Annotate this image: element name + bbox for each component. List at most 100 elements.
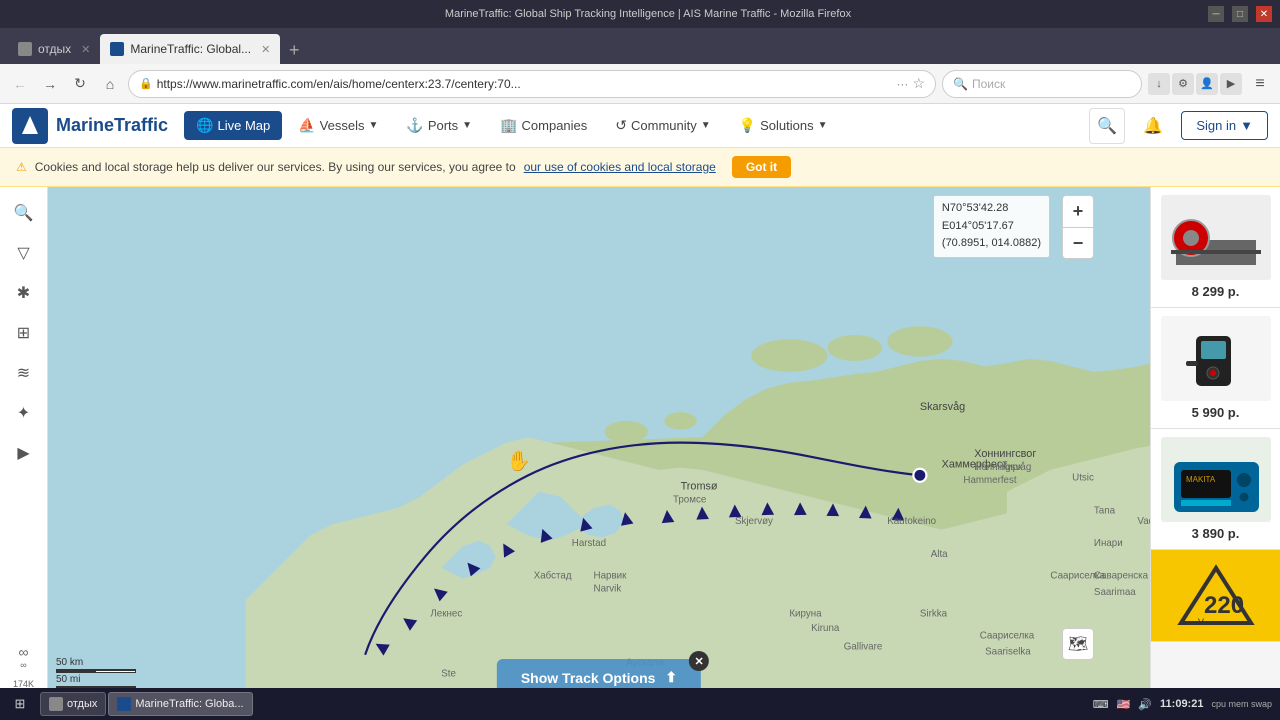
weather-button[interactable]: ✱ <box>6 275 42 311</box>
ad-svg-1 <box>1166 200 1266 275</box>
zoom-in-button[interactable]: + <box>1062 195 1094 227</box>
tab-отдых[interactable]: отдых ✕ <box>8 34 100 64</box>
tab-close-1[interactable]: ✕ <box>81 43 90 56</box>
track-button[interactable]: ✦ <box>6 395 42 431</box>
cookie-text: Cookies and local storage help us delive… <box>35 160 516 174</box>
map-container[interactable]: ✋ Skarsvåg Хаммерфест Hammerfest Хоннинг… <box>48 187 1150 720</box>
titlebar: MarineTraffic: Global Ship Tracking Inte… <box>0 0 1280 28</box>
system-time: 11:09:21 <box>1160 698 1203 710</box>
tab-favicon-2 <box>110 42 124 56</box>
minimize-button[interactable]: ─ <box>1208 6 1224 22</box>
solutions-button[interactable]: 💡 Solutions ▼ <box>727 111 840 140</box>
layers-button[interactable]: ⊞ <box>6 315 42 351</box>
ports-label: Ports <box>428 118 458 133</box>
track-options-icon: ⬆ <box>665 669 677 686</box>
ad-item-2[interactable]: 5 990 р. <box>1151 308 1280 429</box>
ad-price-3: 3 890 р. <box>1192 526 1240 541</box>
extension-buttons: ↓ ⚙ 👤 ▶ <box>1148 73 1242 95</box>
browser-menu-button[interactable]: ≡ <box>1248 72 1272 96</box>
solutions-label: Solutions <box>760 118 813 133</box>
taskbar-app-marinetraffic[interactable]: MarineTraffic: Globa... <box>108 692 252 716</box>
tab-label-2: MarineTraffic: Global... <box>130 42 251 56</box>
ad-svg-3: MAKITA <box>1166 442 1266 517</box>
search-bar[interactable]: 🔍 Поиск <box>942 70 1142 98</box>
got-it-button[interactable]: Got it <box>732 156 791 178</box>
coord-decimal: (70.8951, 014.0882) <box>942 235 1041 253</box>
live-map-label: Live Map <box>217 118 270 133</box>
ad-item-1[interactable]: 8 299 р. <box>1151 187 1280 308</box>
app: MarineTraffic 🌐 Live Map ⛵ Vessels ▼ ⚓ P… <box>0 104 1280 720</box>
urlbar-more[interactable]: ··· <box>896 77 908 91</box>
search-icon: 🔍 <box>953 77 968 91</box>
cookie-link[interactable]: our use of cookies and local storage <box>524 160 716 174</box>
taskbar-app-label-1: отдых <box>67 698 97 710</box>
companies-button[interactable]: 🏢 Companies <box>488 111 599 140</box>
bell-icon: 🔔 <box>1143 116 1163 136</box>
new-tab-button[interactable]: + <box>280 36 308 64</box>
taskbar-app-отдых[interactable]: отдых <box>40 692 106 716</box>
ad-price-1: 8 299 р. <box>1192 284 1240 299</box>
svg-text:Skjervøy: Skjervøy <box>735 516 773 527</box>
home-button[interactable]: ⌂ <box>98 72 122 96</box>
companies-label: Companies <box>522 118 588 133</box>
map-type-button[interactable]: 🗺 <box>1062 628 1094 660</box>
track-options-label: Show Track Options <box>521 670 656 686</box>
vessels-button[interactable]: ⛵ Vessels ▼ <box>286 111 390 140</box>
svg-text:V: V <box>1198 617 1204 627</box>
scale-bar-visual <box>56 669 136 673</box>
taskbar: ⊞ отдых MarineTraffic: Globa... ⌨ 🇺🇸 🔊 1… <box>0 688 1280 720</box>
ad-item-4[interactable]: 220 V <box>1151 550 1280 642</box>
svg-text:Ste: Ste <box>441 668 456 679</box>
back-button[interactable]: ← <box>8 72 32 96</box>
map-sidebar: 🔍 ▽ ✱ ⊞ ≋ ✦ ▶ ∞ ∞ <box>0 187 48 720</box>
coord-n: N70°53'42.28 <box>942 200 1041 218</box>
live-map-button[interactable]: 🌐 Live Map <box>184 111 282 140</box>
main-content: 🔍 ▽ ✱ ⊞ ≋ ✦ ▶ ∞ ∞ <box>0 187 1280 720</box>
zoom-out-button[interactable]: − <box>1062 227 1094 259</box>
layers-icon: ⊞ <box>17 323 30 343</box>
ext-download-button[interactable]: ↓ <box>1148 73 1170 95</box>
sign-in-button[interactable]: Sign in ▼ <box>1181 111 1268 140</box>
svg-text:Hammerfest: Hammerfest <box>963 475 1016 486</box>
signals-stat: ∞ ∞ <box>19 642 29 674</box>
community-button[interactable]: ↺ Community ▼ <box>603 111 722 140</box>
ext-settings-button[interactable]: ⚙ <box>1172 73 1194 95</box>
maximize-button[interactable]: □ <box>1232 6 1248 22</box>
svg-text:Skarsvåg: Skarsvåg <box>920 401 965 413</box>
filter-button[interactable]: ▽ <box>6 235 42 271</box>
ad-image-3: MAKITA <box>1161 437 1271 522</box>
svg-text:Saariselka: Saariselka <box>985 647 1031 658</box>
ad-item-3[interactable]: MAKITA 3 890 р. <box>1151 429 1280 550</box>
reload-button[interactable]: ↻ <box>68 72 92 96</box>
play-button[interactable]: ▶ <box>6 435 42 471</box>
svg-text:Саариселка: Саариселка <box>980 630 1035 641</box>
ad-image-1 <box>1161 195 1271 280</box>
logo-svg <box>18 114 42 138</box>
ports-chevron-icon: ▼ <box>462 120 472 131</box>
notifications-button[interactable]: 🔔 <box>1137 110 1169 142</box>
wind-button[interactable]: ≋ <box>6 355 42 391</box>
titlebar-controls: ─ □ ✕ <box>1208 6 1272 22</box>
tab-marinetraffic[interactable]: MarineTraffic: Global... ✕ <box>100 34 280 64</box>
svg-text:Sirkka: Sirkka <box>920 609 948 620</box>
url-text: https://www.marinetraffic.com/en/ais/hom… <box>157 77 893 91</box>
taskbar-apps: отдых MarineTraffic: Globa... <box>40 692 253 716</box>
urlbar: ← → ↻ ⌂ 🔒 https://www.marinetraffic.com/… <box>0 64 1280 104</box>
bookmark-button[interactable]: ☆ <box>912 75 925 92</box>
nav-search-button[interactable]: 🔍 <box>1089 108 1125 144</box>
ext-profile-button[interactable]: 👤 <box>1196 73 1218 95</box>
signals-icon: ∞ <box>19 644 29 661</box>
tab-close-2[interactable]: ✕ <box>261 43 270 56</box>
address-bar[interactable]: 🔒 https://www.marinetraffic.com/en/ais/h… <box>128 70 936 98</box>
search-sidebar-button[interactable]: 🔍 <box>6 195 42 231</box>
ext-play-button[interactable]: ▶ <box>1220 73 1242 95</box>
ports-button[interactable]: ⚓ Ports ▼ <box>394 111 484 140</box>
building-icon: 🏢 <box>500 117 517 134</box>
svg-text:Utsic: Utsic <box>1072 473 1094 484</box>
forward-button[interactable]: → <box>38 72 62 96</box>
ad-sidebar: 8 299 р. 5 990 р. <box>1150 187 1280 720</box>
start-button[interactable]: ⊞ <box>8 692 32 716</box>
play-icon: ▶ <box>17 443 29 463</box>
tab-favicon-1 <box>18 42 32 56</box>
close-button[interactable]: ✕ <box>1256 6 1272 22</box>
